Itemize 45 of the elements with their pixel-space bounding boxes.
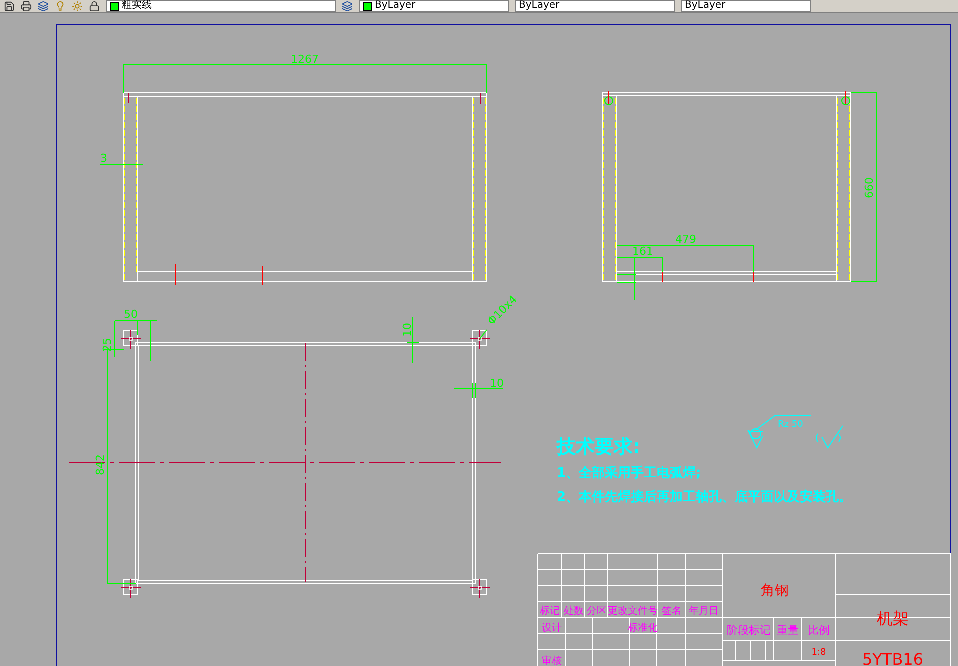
property-dropdown[interactable]: ByLayer [515,0,675,12]
title-block-label: 阶段标记 [727,624,771,637]
layers-icon[interactable] [342,0,353,12]
bolt-hole-drawing [120,578,142,598]
part-name: 机架 [877,609,909,628]
property-dropdown[interactable]: ByLayer [681,0,811,12]
title-block-label: 处数 [564,606,584,617]
dimension-text: 161 [632,245,654,258]
requirements-title: 技术要求: [557,436,641,458]
dimension-text: 479 [676,233,696,246]
printer-icon[interactable] [21,0,32,12]
dimension-text: 10 [401,323,414,337]
title-block-label: 签名 [662,606,682,617]
title-block-label: 分区 [587,606,607,617]
requirement-text: 2、本件先焊接后再加工轴孔、底平面以及安装孔。 [557,490,852,505]
requirement-text: 1、全部采用手工电弧焊; [557,466,702,481]
material-text: 角钢 [761,583,789,599]
dimension-text: 660 [863,178,876,198]
property-dropdown[interactable]: ByLayer [359,0,509,12]
title-block-label: 比例 [808,624,830,637]
drawing-number: 5YTB16 [862,650,924,666]
title-block-label: 审核 [542,656,562,666]
scale-value: 1:8 [812,648,826,658]
save-icon[interactable] [4,0,15,12]
lock-icon[interactable] [89,0,100,12]
title-block-label: 重量 [777,624,799,637]
bolt-hole-drawing [470,578,490,598]
layers-icon[interactable] [38,0,49,12]
bolt-hole-drawing [120,330,142,350]
roughness-value: Rz 50 [778,420,804,430]
roughness-check-symbol-icon [816,426,844,448]
surface-roughness-symbol-icon [748,416,812,450]
dimension-text: 842 [94,454,107,476]
title-block-label: 标记 [540,606,560,617]
title-block-label: 年月日 [689,606,719,617]
title-block-label: 更改文件号 [608,606,658,617]
dimension-text: 3 [100,152,108,165]
bolt-hole-drawing [470,330,490,350]
leader-line [480,330,488,340]
dimension-text: 10 [490,377,504,390]
title-block-label: 设计 [542,623,562,634]
title-block-label: 标准化 [628,623,658,634]
dimension-text: 1267 [291,53,319,66]
dimension-text: 50 [124,308,138,321]
dimension-line [100,164,144,166]
